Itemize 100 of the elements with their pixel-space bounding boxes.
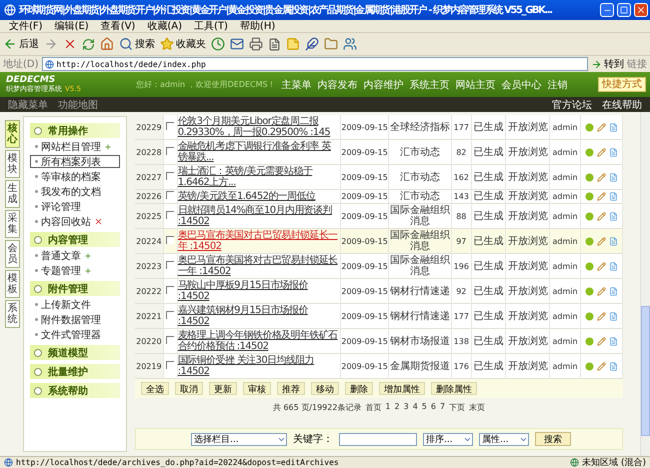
preview-icon[interactable] bbox=[584, 286, 594, 296]
row-checkbox[interactable] bbox=[166, 191, 174, 199]
side-tab[interactable]: 采集 bbox=[5, 210, 20, 238]
side-tab[interactable]: 模板 bbox=[5, 270, 20, 298]
side-tab[interactable]: 会员 bbox=[5, 240, 20, 268]
title-link[interactable]: 英镑/美元跌至1.6452的一周低位 bbox=[178, 191, 340, 202]
document-icon[interactable] bbox=[608, 312, 618, 320]
side-tab[interactable]: 核心 bbox=[5, 120, 20, 148]
title-link[interactable]: 麦格理上调今年钢铁价格及明年铁矿石合约价格预估 :14502 bbox=[178, 330, 340, 352]
side-menu-item[interactable]: 我发布的文档 bbox=[30, 185, 120, 198]
side-menu-item[interactable]: 上传新文件 bbox=[30, 298, 120, 311]
edit-icon[interactable] bbox=[596, 148, 606, 156]
page-link[interactable]: 6 bbox=[430, 402, 436, 413]
action-button[interactable]: 删除属性 bbox=[431, 382, 477, 395]
refresh-button[interactable] bbox=[82, 38, 95, 50]
nav-link[interactable]: 内容发布 bbox=[318, 78, 358, 92]
row-checkbox[interactable] bbox=[166, 122, 174, 130]
edit-icon[interactable] bbox=[596, 312, 606, 320]
first-page-link[interactable]: 首页 bbox=[365, 402, 382, 413]
sub-link[interactable]: 在线帮助 bbox=[602, 98, 642, 112]
menu-group-header[interactable]: 内容管理 bbox=[30, 232, 120, 247]
mail-button[interactable] bbox=[230, 37, 244, 51]
title-link[interactable]: 国际铜价受挫 关注30日均线阻力 :14502 bbox=[178, 355, 340, 377]
edit-icon[interactable] bbox=[596, 212, 606, 220]
preview-icon[interactable] bbox=[584, 236, 594, 246]
menu-group-header[interactable]: 批量维护 bbox=[30, 364, 120, 379]
title-link[interactable]: 日就招聘员14%商至10月内用资谈判 :14502 bbox=[178, 205, 340, 227]
row-checkbox[interactable] bbox=[166, 146, 174, 154]
preview-icon[interactable] bbox=[584, 172, 594, 182]
row-checkbox[interactable] bbox=[166, 286, 174, 294]
keyword-input[interactable] bbox=[339, 432, 417, 446]
page-link[interactable]: 5 bbox=[422, 402, 427, 413]
page-link[interactable]: 7 bbox=[440, 402, 446, 413]
home-button[interactable] bbox=[100, 37, 114, 51]
edit-icon[interactable] bbox=[596, 336, 606, 346]
nav-link[interactable]: 主菜单 bbox=[282, 78, 312, 92]
minimize-button[interactable] bbox=[600, 3, 614, 17]
side-menu-item[interactable]: 评论管理 bbox=[30, 200, 120, 213]
favorites-button[interactable]: 收藏夹 bbox=[160, 37, 206, 51]
document-icon[interactable] bbox=[608, 362, 618, 370]
row-checkbox[interactable] bbox=[166, 172, 174, 180]
scrollbar[interactable] bbox=[640, 112, 650, 456]
nav-link[interactable]: 内容维护 bbox=[364, 78, 404, 92]
search-button[interactable]: 搜索 bbox=[535, 432, 571, 446]
side-tab[interactable]: 生成 bbox=[5, 180, 20, 208]
edit-button[interactable] bbox=[268, 38, 281, 50]
action-button[interactable]: 更新 bbox=[209, 382, 237, 395]
menu-group-header[interactable]: 系统帮助 bbox=[30, 383, 120, 398]
title-link[interactable]: 瑞士酒汇：英镑/美元需要站稳于1.6462上方... bbox=[178, 166, 340, 188]
nav-link[interactable]: 注销 bbox=[548, 78, 568, 92]
close-button[interactable] bbox=[634, 3, 648, 17]
menu-item[interactable]: 查看(V) bbox=[96, 20, 140, 32]
menu-group-header[interactable]: 附件管理 bbox=[30, 281, 120, 296]
edit-icon[interactable] bbox=[596, 192, 606, 201]
nav-link[interactable]: 网站主页 bbox=[456, 78, 496, 92]
menu-item[interactable]: 工具(T) bbox=[189, 20, 233, 32]
stop-button[interactable] bbox=[63, 37, 77, 51]
history-button[interactable] bbox=[211, 37, 225, 51]
action-button[interactable]: 删除 bbox=[345, 382, 373, 395]
preview-icon[interactable] bbox=[584, 212, 594, 220]
row-checkbox[interactable] bbox=[166, 210, 174, 218]
maximize-button[interactable] bbox=[617, 3, 631, 17]
side-tab[interactable]: 模块 bbox=[5, 150, 20, 178]
go-button[interactable]: 转到 bbox=[591, 57, 624, 71]
side-menu-item[interactable]: 文件式管理器 bbox=[30, 328, 120, 341]
title-link[interactable]: 伦敦3个月期美元Libor定盘周二报0.29330%，周一报0.29500% :145 bbox=[178, 116, 340, 138]
document-icon[interactable] bbox=[608, 262, 618, 270]
page-link[interactable]: 1 bbox=[385, 402, 391, 413]
preview-icon[interactable] bbox=[584, 192, 594, 201]
title-link[interactable]: 嘉兴建筑钢材9月15日市场报价 :14502 bbox=[178, 305, 340, 327]
next-page-link[interactable]: 下页 bbox=[449, 402, 466, 413]
preview-icon[interactable] bbox=[584, 262, 594, 270]
side-menu-item[interactable]: 内容回收站 bbox=[30, 215, 120, 228]
document-icon[interactable] bbox=[608, 148, 618, 156]
edit-icon[interactable] bbox=[596, 262, 606, 270]
row-checkbox[interactable] bbox=[166, 260, 174, 268]
action-button[interactable]: 审核 bbox=[243, 382, 271, 395]
side-menu-item[interactable]: 所有档案列表 bbox=[30, 155, 120, 168]
nav-link[interactable]: 会员中心 bbox=[502, 78, 542, 92]
document-icon[interactable] bbox=[608, 286, 618, 296]
edit-icon[interactable] bbox=[596, 236, 606, 246]
preview-icon[interactable] bbox=[584, 312, 594, 320]
menu-item[interactable]: 编辑(E) bbox=[50, 20, 94, 32]
side-menu-item[interactable]: 附件数据管理 bbox=[30, 313, 120, 326]
menu-item[interactable]: 收藏(A) bbox=[142, 20, 187, 32]
title-link[interactable]: 马鞍山中厚板9月15日市场报价 :14502 bbox=[178, 280, 340, 302]
title-link[interactable]: 奥巴马宣布美国对古巴贸易封锁延长一年 :14502 bbox=[178, 230, 340, 252]
action-button[interactable]: 全选 bbox=[141, 382, 169, 395]
preview-icon[interactable] bbox=[584, 336, 594, 346]
sub-link[interactable]: 功能地图 bbox=[58, 98, 98, 112]
preview-icon[interactable] bbox=[584, 148, 594, 156]
print-button[interactable] bbox=[249, 37, 263, 51]
title-link[interactable]: 奥巴马宣布美国将对古巴贸易封锁延长一年 :14502 bbox=[178, 255, 340, 277]
document-icon[interactable] bbox=[608, 212, 618, 220]
forward-button[interactable] bbox=[44, 37, 58, 51]
document-icon[interactable] bbox=[608, 192, 618, 201]
page-link[interactable]: 3 bbox=[404, 402, 409, 413]
channel-select[interactable]: 选择栏目... bbox=[191, 432, 287, 446]
address-field[interactable]: http://localhost/dede/index.php bbox=[42, 57, 588, 71]
feather-button[interactable] bbox=[305, 37, 319, 51]
